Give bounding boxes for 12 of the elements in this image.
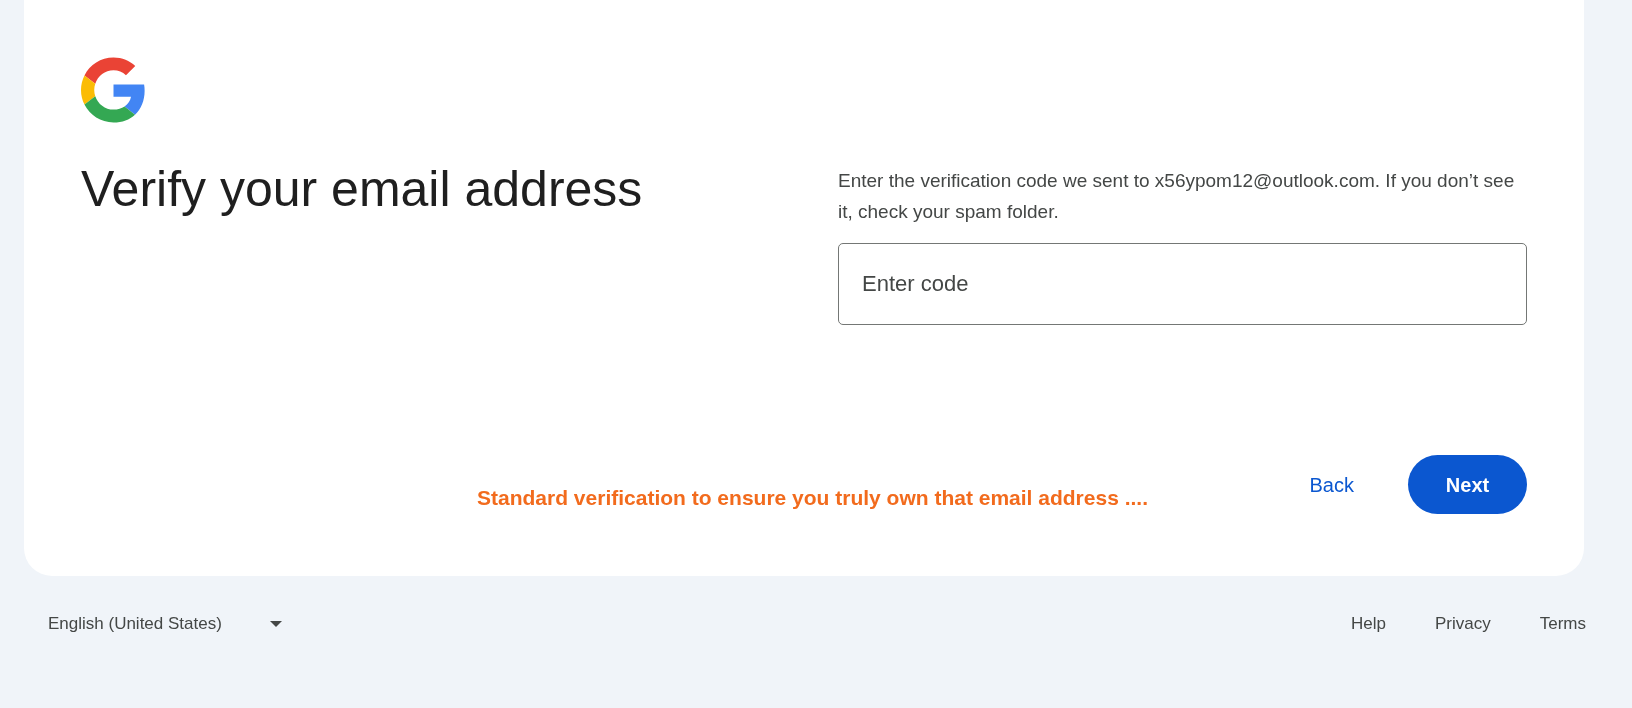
language-selector[interactable]: English (United States): [48, 611, 282, 637]
instructions-text: Enter the verification code we sent to x56ypom12@outlook.com. If you don’t see it, check your spam folder.: [838, 169, 1516, 224]
logo-icon: [81, 57, 146, 123]
code-field[interactable]: Enter code: [838, 243, 1527, 325]
page-title: Verify your email address: [81, 160, 644, 219]
caret-icon: [269, 620, 282, 627]
footer-link[interactable]: Help: [1351, 611, 1386, 637]
footer-link[interactable]: Privacy: [1435, 611, 1491, 637]
annotation-text: Standard verification to ensure you truly own that email address ....: [477, 484, 1148, 511]
next-button[interactable]: Next: [1408, 455, 1527, 514]
footer-link[interactable]: Terms: [1539, 611, 1586, 637]
back-button[interactable]: Back: [1285, 459, 1378, 510]
